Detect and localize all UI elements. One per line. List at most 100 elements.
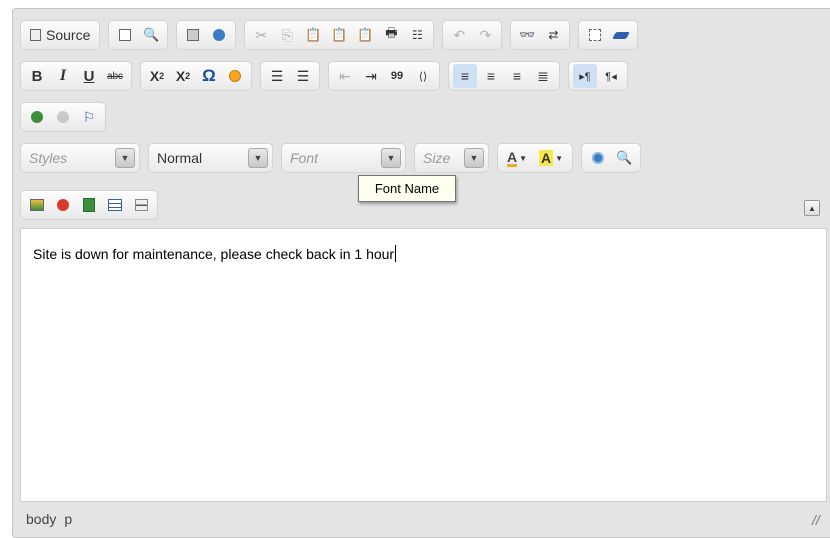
special-char-button[interactable]: Ω [197,64,221,88]
rtl-button[interactable]: ¶◂ [599,64,623,88]
cut-button[interactable]: ✂ [249,23,273,47]
font-combo[interactable]: Font ▼ [281,143,406,173]
indent-icon: ⇥ [365,67,377,84]
select-all-button[interactable] [583,23,607,47]
subscript-button[interactable]: X2 [145,64,169,88]
source-icon [30,29,41,41]
blockquote-button[interactable]: 99 [385,64,409,88]
maximize-icon [592,152,605,164]
paste-text-icon: 📋 [331,27,348,42]
align-center-button[interactable]: ≡ [479,64,503,88]
superscript-button[interactable]: X2 [171,64,195,88]
numbered-list-button[interactable]: ☰ [265,64,289,88]
table-button[interactable] [103,193,127,217]
anchor-button[interactable]: ⚐ [77,105,101,129]
italic-button[interactable]: I [51,64,75,88]
align-group: ≡ ≡ ≡ ≣ [448,61,560,91]
indent-button[interactable]: ⇥ [359,64,383,88]
div-button[interactable]: ⟨⟩ [411,64,435,88]
links-group: ⚐ [20,102,106,132]
font-dropdown-icon: ▼ [381,148,401,168]
rtl-icon: ¶◂ [605,70,617,83]
text-color-button[interactable]: A ▼ [502,146,532,170]
styles-placeholder: Styles [29,150,68,166]
format-combo[interactable]: Normal ▼ [148,143,273,173]
ltr-button[interactable]: ▸¶ [573,64,597,88]
editor-content-area[interactable]: Site is down for maintenance, please che… [20,228,827,502]
smiley-icon [229,70,241,82]
unlink-button[interactable] [51,105,75,129]
spellcheck-button[interactable]: ☷ [405,23,429,47]
bg-color-label: A [539,150,554,166]
redo-button[interactable]: ↷ [473,23,497,47]
undo-button[interactable]: ↶ [447,23,471,47]
link-button[interactable] [25,105,49,129]
templates-button[interactable] [181,23,205,47]
content-text: Site is down for maintenance, please che… [33,246,395,262]
paste-button[interactable]: 📋 [301,23,325,47]
basic-styles-group: B I U abc [20,61,132,91]
bulleted-list-button[interactable]: ☰ [291,64,315,88]
strike-button[interactable]: abc [103,64,127,88]
justify-icon: ≣ [537,67,549,84]
globe-button[interactable] [207,23,231,47]
new-page-icon [119,29,132,41]
font-name-tooltip: Font Name [358,175,456,202]
paste-icon: 📋 [305,27,322,42]
show-blocks-button[interactable]: 🔍 [612,146,636,170]
smiley-button[interactable] [223,64,247,88]
path-item-p[interactable]: p [64,511,72,527]
outdent-icon: ⇤ [339,67,351,84]
flash-button[interactable] [51,193,75,217]
form-button[interactable] [77,193,101,217]
paste-word-icon: 📋 [357,27,374,42]
maximize-button[interactable] [586,146,610,170]
outdent-button[interactable]: ⇤ [333,64,357,88]
size-combo[interactable]: Size ▼ [414,143,489,173]
new-page-button[interactable] [113,23,137,47]
resize-handle-icon[interactable]: // [812,512,820,528]
paste-text-button[interactable]: 📋 [327,23,351,47]
text-color-dropdown-icon: ▼ [519,153,528,163]
font-placeholder: Font [290,150,319,166]
styles-dropdown-icon: ▼ [115,148,135,168]
align-left-button[interactable]: ≡ [453,64,477,88]
justify-button[interactable]: ≣ [531,64,555,88]
find-group: 👓 ⇄ [510,20,571,50]
path-item-body[interactable]: body [26,511,56,527]
collapse-icon: ▲ [808,203,816,213]
replace-button[interactable]: ⇄ [541,23,565,47]
toolbar-row-4: Styles ▼ Normal ▼ Font ▼ Size ▼ A ▼ A ▼ … [20,143,642,173]
blockquote-icon: 99 [390,70,404,82]
bg-color-dropdown-icon: ▼ [555,153,564,163]
underline-button[interactable]: U [77,64,101,88]
size-dropdown-icon: ▼ [464,148,484,168]
copy-button[interactable]: ⎘ [275,23,299,47]
align-right-button[interactable]: ≡ [505,64,529,88]
find-button[interactable]: 👓 [515,23,539,47]
toolbar-row-1: Source 🔍 ✂ ⎘ 📋 📋 📋 🖶 ☷ ↶ ↷ 👓 ⇄ [20,20,639,50]
list-group: ☰ ☰ [260,61,320,91]
bold-button[interactable]: B [25,64,49,88]
tools-group: 🔍 [581,143,642,173]
colors-group: A ▼ A ▼ [497,143,574,173]
remove-format-button[interactable] [609,23,633,47]
horizontal-rule-button[interactable] [129,193,153,217]
source-button[interactable]: Source [25,23,95,47]
image-button[interactable] [25,193,49,217]
superscript-label: X [175,68,186,84]
ltr-icon: ▸¶ [579,70,591,83]
paste-word-button[interactable]: 📋 [353,23,377,47]
horizontal-rule-icon [134,199,148,211]
script-group: X2 X2 Ω [140,61,252,91]
bg-color-button[interactable]: A ▼ [534,146,568,170]
bulleted-list-icon: ☰ [296,67,310,84]
insert-group [20,190,158,220]
styles-combo[interactable]: Styles ▼ [20,143,140,173]
collapse-toolbar-button[interactable]: ▲ [804,200,820,216]
size-placeholder: Size [423,150,451,166]
preview-button[interactable]: 🔍 [139,23,163,47]
print-button[interactable]: 🖶 [379,23,403,47]
image-icon [30,199,44,211]
format-dropdown-icon: ▼ [248,148,268,168]
